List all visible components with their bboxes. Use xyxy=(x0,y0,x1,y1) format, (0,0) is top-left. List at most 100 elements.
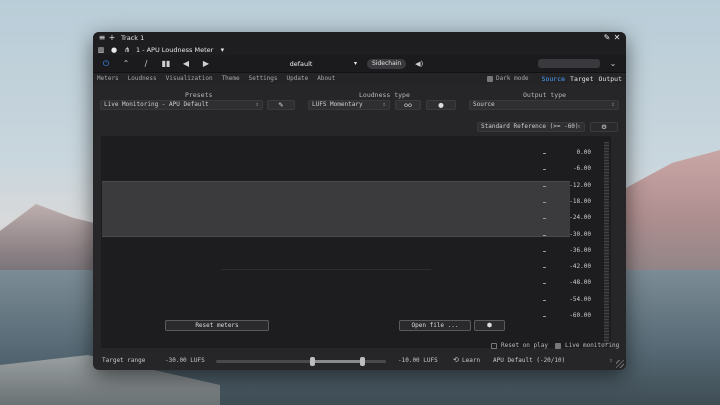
presets-heading: Presets xyxy=(185,91,213,99)
menu-settings[interactable]: Settings xyxy=(249,75,278,82)
record-button[interactable]: ● xyxy=(426,100,456,110)
target-range-fill xyxy=(312,360,363,363)
scale-tick: -6.00 xyxy=(541,165,591,174)
compare-icon[interactable]: ∕ xyxy=(139,58,153,70)
learn-button[interactable]: Learn xyxy=(462,357,480,364)
prev-preset-icon[interactable]: ◀ xyxy=(179,58,193,70)
gear-icon: ⚙ xyxy=(601,123,607,131)
host-preset-value: default xyxy=(289,59,313,68)
meter-guide-line xyxy=(221,269,431,270)
globe-icon[interactable]: ● xyxy=(110,46,118,54)
next-preset-icon[interactable]: ▶ xyxy=(199,58,213,70)
meter-settings-button[interactable]: ⚙ xyxy=(590,122,618,132)
target-range-label: Target range xyxy=(102,357,146,364)
menu-visualization[interactable]: Visualization xyxy=(166,75,213,82)
menu-meters[interactable]: Meters xyxy=(97,75,119,82)
live-monitoring-checkbox[interactable] xyxy=(555,342,561,349)
host-output-dropdown[interactable] xyxy=(538,59,600,68)
chevron-updown-icon: ⇕ xyxy=(255,101,259,108)
menu-theme[interactable]: Theme xyxy=(222,75,240,82)
chevron-down-icon[interactable]: ⌄ xyxy=(606,58,620,70)
scale-tick: -42.00 xyxy=(541,263,591,272)
routing-icon[interactable]: ⋔ xyxy=(123,46,131,54)
plugin-menubar: Meters Loudness Visualization Theme Sett… xyxy=(93,73,626,84)
loudness-type-select[interactable]: LUFS Momentary ⇕ xyxy=(308,100,390,110)
reset-meters-button[interactable]: Reset meters xyxy=(165,320,269,331)
range-high-value[interactable]: -10.00 LUFS xyxy=(398,357,438,364)
chevron-updown-icon: ⇕ xyxy=(611,101,615,108)
target-range-band xyxy=(102,181,570,237)
range-high-handle[interactable] xyxy=(359,357,365,366)
tab-source[interactable]: Source xyxy=(542,75,565,83)
tab-target[interactable]: Target xyxy=(570,75,593,83)
dark-mode-label: Dark mode xyxy=(496,75,529,82)
target-range-slider[interactable] xyxy=(216,357,386,366)
scale-tick: -24.00 xyxy=(541,214,591,223)
output-type-select[interactable]: Source ⇕ xyxy=(469,100,619,110)
resize-grip[interactable] xyxy=(616,360,624,368)
presets-select[interactable]: Live Monitoring - APU Default ⇕ xyxy=(100,100,263,110)
reset-on-play-label: Reset on play xyxy=(501,342,548,349)
target-preset-select[interactable]: APU Default (-20/10) xyxy=(493,357,565,364)
pencil-icon: ✎ xyxy=(278,101,284,109)
menu-update[interactable]: Update xyxy=(287,75,309,82)
window-titlebar: ≡ + Track 1 ✎ ✕ xyxy=(93,32,626,44)
automation-icon[interactable]: ⌃ xyxy=(119,58,133,70)
scale-tick: -30.00 xyxy=(541,231,591,240)
open-file-button[interactable]: Open file ... xyxy=(399,320,471,331)
target-range-bar: Target range -30.00 LUFS -10.00 LUFS ⟲ L… xyxy=(93,354,626,370)
scale-tick: -54.00 xyxy=(541,296,591,305)
reset-on-play-toggle[interactable]: Reset on play xyxy=(491,342,548,349)
output-type-value: Source xyxy=(473,101,495,108)
ab-icon[interactable]: ▮▮ xyxy=(159,58,173,70)
tab-output[interactable]: Output xyxy=(599,75,622,83)
power-icon[interactable]: ⏻ xyxy=(99,58,113,70)
range-low-handle[interactable] xyxy=(310,357,316,366)
dark-mode-toggle[interactable]: Dark mode xyxy=(487,75,529,82)
add-icon[interactable]: + xyxy=(107,32,117,44)
reference-select[interactable]: Standard Reference (>= -60) ⇕ xyxy=(477,122,585,132)
level-bar xyxy=(604,142,609,344)
host-toolbar: ⏻ ⌃ ∕ ▮▮ ◀ ▶ default ▾ Sidechain ◀) ⌄ xyxy=(93,55,626,73)
learn-icon: ⟲ xyxy=(453,356,459,364)
chevron-down-icon: ▾ xyxy=(353,60,357,67)
plugin-slot-bar: ▥ ● ⋔ 1 - APU Loudness Meter ▾ xyxy=(93,44,626,55)
reset-on-play-checkbox[interactable] xyxy=(491,342,497,349)
loudness-link-button[interactable]: oo xyxy=(395,100,421,110)
presets-value: Live Monitoring - APU Default xyxy=(104,101,209,108)
output-type-heading: Output type xyxy=(523,91,567,99)
speaker-icon[interactable]: ◀) xyxy=(412,58,426,70)
menu-about[interactable]: About xyxy=(317,75,335,82)
loudness-type-heading: Loudness type xyxy=(359,91,410,99)
record-icon: ● xyxy=(438,101,444,109)
range-low-value[interactable]: -30.00 LUFS xyxy=(165,357,205,364)
host-preset-select[interactable]: default ▾ xyxy=(241,58,361,69)
loudness-type-value: LUFS Momentary xyxy=(312,101,363,108)
scale-tick: -60.00 xyxy=(541,312,591,321)
export-icon: ⬢ xyxy=(486,322,493,329)
window-title: Track 1 xyxy=(121,34,145,42)
scale-tick: 0.00 xyxy=(541,149,591,158)
chevron-updown-icon: ⇕ xyxy=(577,123,581,130)
chevron-updown-icon: ⇕ xyxy=(609,357,613,364)
scale-tick: -48.00 xyxy=(541,279,591,288)
menu-loudness[interactable]: Loudness xyxy=(128,75,157,82)
edit-preset-button[interactable]: ✎ xyxy=(267,100,295,110)
dark-mode-checkbox[interactable] xyxy=(487,75,494,82)
chevron-down-icon[interactable]: ▾ xyxy=(218,46,226,54)
sidechain-button[interactable]: Sidechain xyxy=(367,58,407,69)
plugin-slot-name[interactable]: 1 - APU Loudness Meter xyxy=(136,46,213,54)
plugin-window: ≡ + Track 1 ✎ ✕ ▥ ● ⋔ 1 - APU Loudness M… xyxy=(93,32,626,370)
pin-icon[interactable]: ✎ xyxy=(602,32,612,44)
loudness-meter-display: 0.00 -6.00 -12.00 -18.00 -24.00 -30.00 -… xyxy=(101,136,611,348)
export-button[interactable]: ⬢ xyxy=(474,320,505,331)
scale-tick: -12.00 xyxy=(541,182,591,191)
reference-value: Standard Reference (>= -60) xyxy=(481,123,579,130)
live-monitoring-label: Live monitoring xyxy=(565,342,620,349)
grid-icon[interactable]: ▥ xyxy=(97,46,105,54)
section-headings: Presets Loudness type Output type xyxy=(93,91,626,100)
live-monitoring-toggle[interactable]: Live monitoring xyxy=(555,342,619,349)
scale-tick: -18.00 xyxy=(541,198,591,207)
close-icon[interactable]: ✕ xyxy=(612,32,622,44)
menu-lines-icon[interactable]: ≡ xyxy=(97,32,107,44)
